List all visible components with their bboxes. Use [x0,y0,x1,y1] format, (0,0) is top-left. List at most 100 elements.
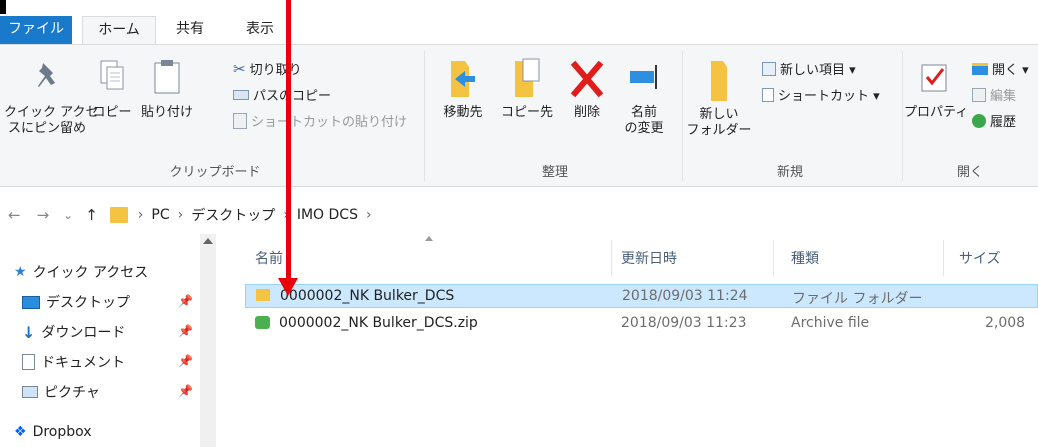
column-divider[interactable] [773,240,774,276]
group-separator [682,51,683,181]
nav-item-label: クイック アクセス [32,265,149,281]
nav-item-quick-access[interactable]: ★ クイック アクセス [14,262,148,282]
new-folder-icon [711,61,727,101]
column-header-name[interactable]: 名前 [255,248,283,268]
copy-icon [100,60,124,90]
edit-icon [972,87,986,102]
copy-to-icon [515,58,540,97]
group-separator [424,51,425,181]
edit-button[interactable]: 編集 [972,85,1016,104]
breadcrumb-sep: › [177,207,184,223]
copy-path-label: パスのコピー [253,89,332,104]
breadcrumb-desktop[interactable]: デスクトップ [191,205,275,225]
column-header-modified[interactable]: 更新日時 [621,248,677,268]
copy-to-label: コピー先 [500,105,553,120]
file-list-header: 名前 更新日時 種類 サイズ [245,236,1038,276]
pin-icon[interactable]: 📌 [178,294,193,308]
copy-path-button[interactable]: パスのコピー [233,85,331,104]
pin-to-quick-access-button[interactable]: クイック アクセ スにピン留め [4,57,99,137]
rename-button[interactable]: 名前 の変更 [616,57,672,137]
column-header-size[interactable]: サイズ [959,248,1001,268]
annotation-arrow-head-icon [278,278,298,296]
scroll-up-icon[interactable] [203,238,213,244]
delete-button[interactable]: 削除 [562,57,612,121]
nav-item-documents[interactable]: ドキュメント [22,352,125,372]
nav-item-label: Dropbox [32,424,92,440]
table-row[interactable]: 0000002_NK Bulker_DCS 2018/09/03 11:24 フ… [245,284,1038,308]
address-bar: ← → ⌄ ↑ › PC › デスクトップ › IMO DCS › [0,200,1038,230]
new-folder-button[interactable]: 新しい フォルダー [686,57,752,139]
copy-to-button[interactable]: コピー先 [496,57,558,121]
ribbon: クイック アクセ スにピン留め コピー 貼り付け ✂ 切り取り パスのコピー シ… [0,44,1038,187]
pin-label-2: スにピン留め [7,121,86,136]
table-row[interactable]: 0000002_NK Bulker_DCS.zip 2018/09/03 11:… [245,312,1038,336]
shortcut-icon [762,87,774,102]
tab-file[interactable]: ファイル [0,16,72,44]
tab-home[interactable]: ホーム [82,16,156,44]
back-button[interactable]: ← [8,206,21,224]
nav-item-downloads[interactable]: ↓ ダウンロード [22,322,125,342]
column-divider[interactable] [611,240,612,276]
navigation-pane: ★ クイック アクセス デスクトップ ↓ ダウンロード ドキュメント ピクチャ … [0,234,225,447]
properties-icon [921,64,947,92]
tab-view[interactable]: 表示 [234,16,286,44]
history-button[interactable]: 履歴 [972,111,1016,130]
paste-shortcut-label: ショートカットの貼り付け [251,115,408,130]
move-to-button[interactable]: 移動先 [432,57,494,121]
new-folder-label-1: 新しい [699,107,739,122]
column-divider[interactable] [943,240,944,276]
column-header-type[interactable]: 種類 [791,248,819,268]
new-item-icon [762,61,776,76]
file-type: Archive file [791,315,870,331]
open-button[interactable]: 開く ▾ [972,59,1029,78]
paste-shortcut-button[interactable]: ショートカットの貼り付け [233,111,407,130]
new-item-label: 新しい項目 ▾ [780,63,856,78]
history-label: 履歴 [990,115,1017,130]
pin-icon[interactable]: 📌 [178,384,193,398]
rename-label-2: の変更 [624,121,664,136]
pin-icon[interactable]: 📌 [178,354,193,368]
nav-item-desktop[interactable]: デスクトップ [22,292,130,312]
pin-icon[interactable]: 📌 [178,324,193,338]
open-label: 開く ▾ [992,63,1029,78]
tab-share[interactable]: 共有 [164,16,216,44]
shortcut-button[interactable]: ショートカット ▾ [762,85,880,104]
folder-small-icon [109,207,128,223]
paste-button[interactable]: 貼り付け [134,57,200,121]
new-item-button[interactable]: 新しい項目 ▾ [762,59,856,78]
open-folder-icon [972,62,988,75]
nav-scrollbar[interactable] [200,234,216,447]
properties-button[interactable]: プロパティ [904,57,968,121]
file-modified: 2018/09/03 11:24 [622,288,748,304]
breadcrumb-sep: › [365,207,372,223]
rename-label-1: 名前 [630,105,657,120]
copy-button[interactable]: コピー [90,57,134,121]
group-label-organize: 整理 [541,165,568,180]
breadcrumb-imo-dcs[interactable]: IMO DCS [297,207,358,223]
sort-indicator-icon [425,236,433,241]
shortcut-label: ショートカット ▾ [778,89,880,104]
paste-shortcut-icon [233,112,247,129]
pin-label-1: クイック アクセ [4,105,99,120]
breadcrumb-pc[interactable]: PC [151,207,169,223]
nav-item-dropbox[interactable]: ❖ Dropbox [14,424,92,440]
nav-item-label: デスクトップ [46,295,130,311]
move-to-label: 移動先 [443,105,483,120]
up-button[interactable]: ↑ [85,206,98,224]
new-folder-label-2: フォルダー [686,123,752,138]
forward-button[interactable]: → [37,206,50,224]
pin-icon [38,63,55,87]
group-label-new: 新規 [776,165,803,180]
copy-path-icon [233,89,249,100]
nav-item-pictures[interactable]: ピクチャ [22,382,100,402]
picture-icon [22,386,38,398]
recent-locations-button[interactable]: ⌄ [63,208,73,222]
star-icon: ★ [14,264,27,280]
file-name: 0000002_NK Bulker_DCS [280,288,455,304]
dropbox-icon: ❖ [14,424,27,440]
folder-icon [256,289,270,305]
cut-button[interactable]: ✂ 切り取り [233,59,302,79]
scissors-icon: ✂ [233,59,246,78]
history-icon [972,113,986,128]
nav-item-label: ドキュメント [41,355,125,371]
